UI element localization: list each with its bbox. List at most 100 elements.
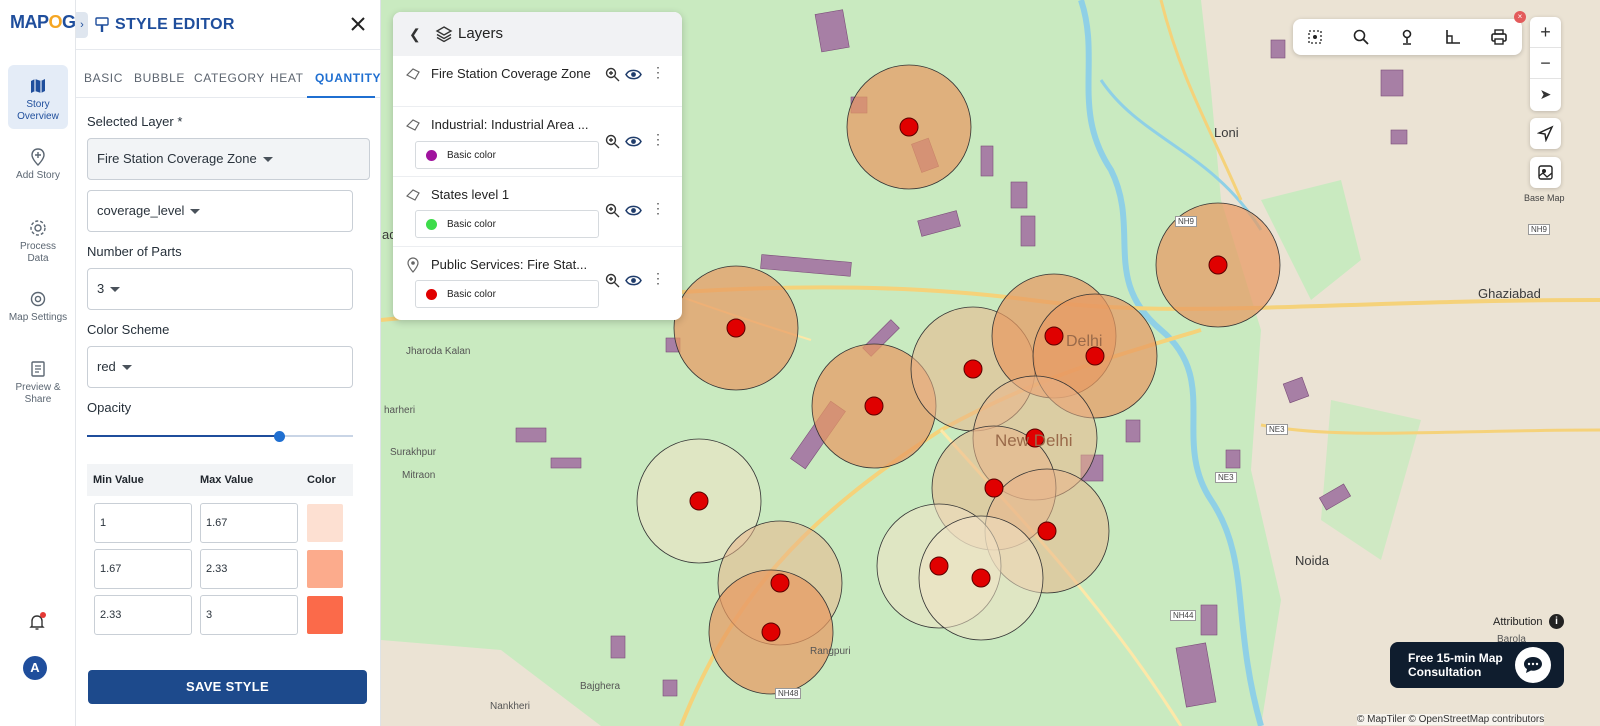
location-pin-icon[interactable] [1398, 28, 1416, 46]
scheme-select[interactable]: red [87, 346, 353, 388]
tab-category[interactable]: CATEGORY [194, 71, 265, 85]
rail-label-preview-share: Preview & Share [15, 382, 61, 405]
layer-row[interactable]: Industrial: Industrial Area ... ⋮ Basic … [393, 107, 682, 177]
back-arrow-icon[interactable]: ❮ [409, 26, 421, 43]
place-label: Nankheri [490, 701, 531, 712]
zoom-out-button[interactable]: − [1530, 48, 1561, 79]
compass-icon[interactable]: ➤ [1530, 79, 1561, 110]
fire-station-point[interactable] [899, 117, 919, 137]
place-label: New Delhi [995, 431, 1073, 450]
map-select-icon[interactable] [1306, 28, 1324, 46]
layers-title: Layers [458, 25, 504, 42]
rail-process-data[interactable]: Process Data [8, 207, 68, 271]
field-select[interactable]: coverage_level [87, 190, 353, 232]
mapog-logo[interactable]: MAPOG [10, 12, 76, 33]
fire-station-point[interactable] [726, 318, 746, 338]
chat-bubble-icon[interactable] [1515, 647, 1551, 683]
fire-station-point[interactable] [689, 491, 709, 511]
road-tag: NH9 [1175, 216, 1198, 227]
place-label: Jharoda Kalan [406, 346, 471, 357]
fire-station-point[interactable] [963, 359, 983, 379]
opacity-label: Opacity [87, 400, 132, 415]
color-swatch[interactable] [307, 504, 343, 542]
place-label: Noida [1295, 553, 1329, 568]
min-value-input[interactable]: 1.67 [94, 549, 192, 589]
layer-name: Fire Station Coverage Zone [431, 66, 591, 81]
rail-map-settings[interactable]: Map Settings [8, 278, 68, 342]
tab-heat[interactable]: HEAT [270, 71, 304, 85]
layer-row[interactable]: States level 1 ⋮ Basic color [393, 177, 682, 247]
selected-layer-select[interactable]: Fire Station Coverage Zone [87, 138, 370, 180]
zoom-to-layer-icon[interactable] [605, 134, 620, 149]
fire-station-point[interactable] [770, 573, 790, 593]
coverage-circles [636, 64, 1281, 695]
opacity-slider-thumb[interactable] [274, 431, 285, 442]
fire-station-point[interactable] [1208, 255, 1228, 275]
avatar[interactable]: A [23, 656, 47, 680]
min-value-input[interactable]: 1 [94, 503, 192, 543]
max-value-input[interactable]: 2.33 [200, 549, 298, 589]
save-style-button[interactable]: SAVE STYLE [88, 670, 367, 704]
basic-color-chip[interactable]: Basic color [415, 210, 599, 238]
fire-station-point[interactable] [929, 556, 949, 576]
map-credits[interactable]: © MapTiler © OpenStreetMap contributors [1357, 714, 1545, 725]
rail-add-story[interactable]: Add Story [8, 136, 68, 200]
tab-quantity[interactable]: QUANTITY [315, 71, 381, 85]
fire-station-point[interactable] [1044, 326, 1064, 346]
navigate-arrow-icon [1537, 125, 1554, 142]
fire-station-point[interactable] [971, 568, 991, 588]
zoom-control: + − ➤ [1530, 17, 1561, 111]
basic-color-chip[interactable]: Basic color [415, 280, 599, 308]
zoom-to-layer-icon[interactable] [605, 273, 620, 288]
color-swatch[interactable] [307, 550, 343, 588]
rail-preview-share[interactable]: Preview & Share [8, 348, 68, 412]
layer-row[interactable]: Fire Station Coverage Zone ⋮ [393, 56, 682, 107]
base-map-button[interactable] [1530, 157, 1561, 188]
navigate-button[interactable] [1530, 118, 1561, 149]
zoom-to-layer-icon[interactable] [605, 67, 620, 82]
attribution-label[interactable]: Attribution [1493, 616, 1543, 628]
visibility-eye-icon[interactable] [625, 203, 642, 218]
more-options-icon[interactable]: ⋮ [651, 270, 665, 287]
layer-row[interactable]: Public Services: Fire Stat... ⋮ Basic co… [393, 247, 682, 320]
parts-label: Number of Parts [87, 244, 182, 259]
logo-text: MAP [10, 12, 49, 32]
zoom-to-layer-icon[interactable] [605, 203, 620, 218]
more-options-icon[interactable]: ⋮ [651, 64, 665, 81]
fire-station-point[interactable] [1037, 521, 1057, 541]
zoom-in-button[interactable]: + [1530, 17, 1561, 48]
color-header: Color [307, 474, 336, 486]
polygon-icon [405, 68, 420, 80]
polygon-icon [405, 189, 420, 201]
basic-color-chip[interactable]: Basic color [415, 141, 599, 169]
fire-station-point[interactable] [761, 622, 781, 642]
visibility-eye-icon[interactable] [625, 273, 642, 288]
collapse-chevron-icon[interactable]: › [76, 12, 88, 38]
tab-bubble[interactable]: BUBBLE [134, 71, 185, 85]
visibility-eye-icon[interactable] [625, 67, 642, 82]
print-icon[interactable] [1490, 28, 1508, 46]
location-add-icon [31, 148, 45, 166]
fire-station-point[interactable] [984, 478, 1004, 498]
rail-label-map-settings: Map Settings [8, 312, 68, 323]
gear-process-icon [30, 220, 46, 236]
chevron-down-icon [110, 287, 121, 293]
tab-basic[interactable]: BASIC [84, 71, 123, 85]
toolbar-close-icon[interactable]: × [1514, 11, 1526, 23]
info-icon[interactable]: i [1549, 614, 1564, 629]
close-icon[interactable] [348, 14, 368, 34]
measure-icon[interactable] [1444, 28, 1462, 46]
visibility-eye-icon[interactable] [625, 134, 642, 149]
place-label: Surakhpur [390, 447, 437, 458]
more-options-icon[interactable]: ⋮ [651, 131, 665, 148]
parts-select[interactable]: 3 [87, 268, 353, 310]
color-swatch[interactable] [307, 596, 343, 634]
road-tag: NH48 [775, 688, 802, 699]
max-value-input[interactable]: 1.67 [200, 503, 298, 543]
more-options-icon[interactable]: ⋮ [651, 200, 665, 217]
fire-station-point[interactable] [864, 396, 884, 416]
search-icon[interactable] [1352, 28, 1370, 46]
min-value-input[interactable]: 2.33 [94, 595, 192, 635]
max-value-input[interactable]: 3 [200, 595, 298, 635]
rail-story-overview[interactable]: Story Overview [8, 65, 68, 129]
